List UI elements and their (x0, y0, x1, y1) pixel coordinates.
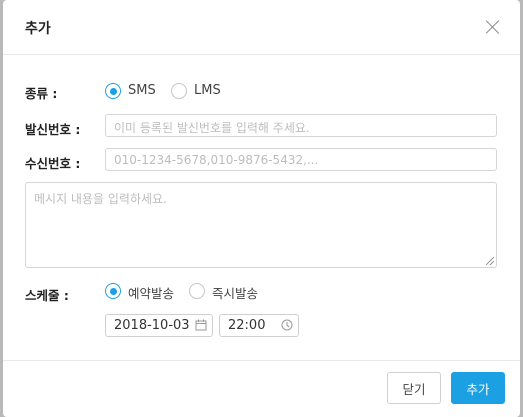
sender-label: 발신번호 : (25, 122, 81, 137)
type-label: 종류 : (25, 86, 58, 101)
time-value: 22:00 (228, 318, 266, 333)
radio-lms-label: LMS (194, 83, 221, 98)
radio-sms[interactable] (105, 83, 121, 99)
radio-sms-label: SMS (128, 83, 156, 98)
add-button[interactable]: 추가 (451, 372, 505, 404)
close-button[interactable]: 닫기 (387, 372, 441, 404)
clock-icon[interactable] (281, 319, 293, 331)
message-placeholder: 메시지 내용을 입력하세요. (34, 192, 167, 206)
time-picker[interactable]: 22:00 (219, 314, 299, 337)
sender-input[interactable]: 이미 등록된 발신번호를 입력해 주세요. (105, 114, 497, 137)
dialog-footer: 닫기 추가 (3, 360, 520, 417)
dialog-title: 추가 (25, 21, 51, 37)
close-icon[interactable] (486, 20, 500, 34)
message-textarea[interactable]: 메시지 내용을 입력하세요. (25, 182, 497, 268)
schedule-label: 스케줄 : (25, 288, 69, 303)
calendar-icon[interactable] (195, 319, 207, 331)
receiver-label: 수신번호 : (25, 156, 81, 171)
radio-lms[interactable] (171, 83, 187, 99)
date-value: 2018-10-03 (114, 318, 190, 333)
resize-handle-icon[interactable] (486, 257, 494, 265)
radio-instant-send-label: 즉시발송 (212, 286, 259, 301)
radio-reserved-send-label: 예약발송 (128, 286, 175, 301)
add-dialog: 추가 종류 : SMS LMS 발신번호 : 이미 등록된 발신번호를 입력해 … (3, 0, 520, 417)
radio-reserved-send[interactable] (105, 283, 121, 299)
receiver-input[interactable]: 010-1234-5678,010-9876-5432,... (105, 148, 497, 171)
dialog-header: 추가 (3, 0, 520, 55)
radio-instant-send[interactable] (189, 283, 205, 299)
date-picker[interactable]: 2018-10-03 (105, 314, 213, 337)
